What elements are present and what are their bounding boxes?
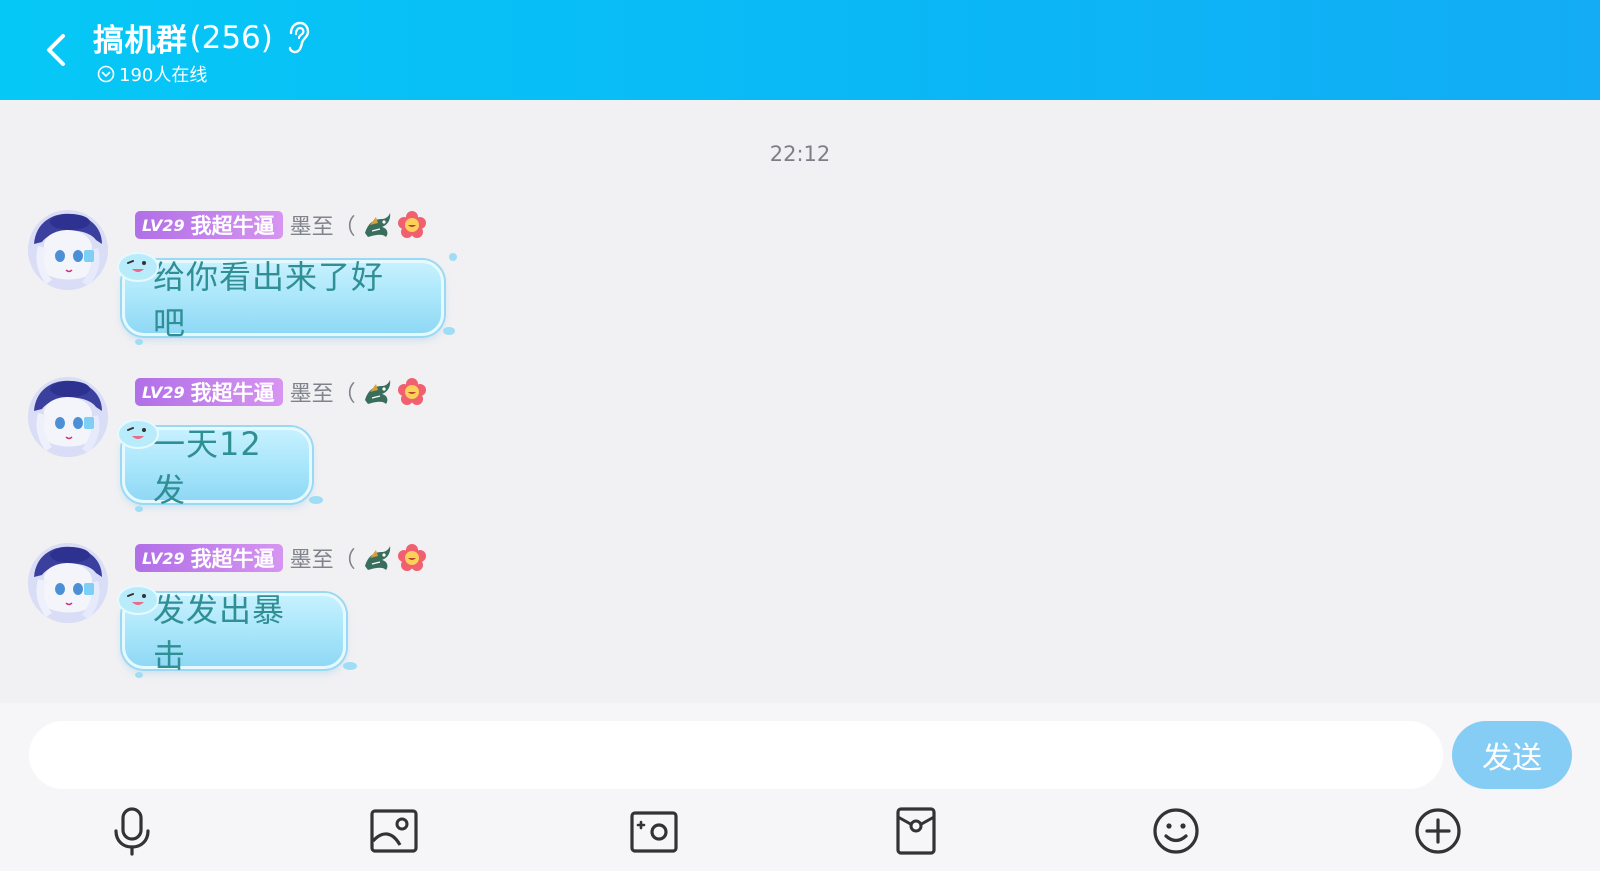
message-text: 给你看出来了好吧 [153,258,385,342]
input-bar: 发送 [0,703,1600,871]
bubble-decoration [135,339,143,345]
level-text: LV29 [142,382,185,402]
camera-icon[interactable] [628,805,680,857]
member-title: 我超牛逼 [190,214,275,238]
sender-nickname[interactable]: 墨至（ [290,542,356,574]
online-status: 190人在线 [97,61,207,87]
bubble-decoration [443,327,455,335]
send-button[interactable]: 发送 [1452,721,1572,789]
message-text: 发发出暴击 [153,591,286,675]
flower-badge-icon [397,544,426,571]
group-member-count: (256) [189,19,273,56]
emoji-icon[interactable] [1150,805,1202,857]
dragon-badge-icon [364,213,390,237]
online-count-text: 190人在线 [119,65,208,86]
level-text: LV29 [142,548,185,568]
sender-nickname[interactable]: 墨至（ [290,376,356,408]
avatar-image-icon [28,210,108,290]
bubble-face-icon [117,419,159,449]
flower-badge-icon [397,211,426,238]
plus-icon[interactable] [1412,805,1464,857]
member-title: 我超牛逼 [190,381,275,405]
message-bubble[interactable]: 给你看出来了好吧 [117,252,457,345]
message-input[interactable] [29,721,1443,789]
bubble-decoration [343,662,357,670]
image-icon[interactable] [368,805,420,857]
level-text: LV29 [142,215,185,235]
sender-info: LV29 我超牛逼 墨至（ [135,377,426,407]
sender-nickname[interactable]: 墨至（ [290,209,356,241]
chat-message: LV29 我超牛逼 墨至（ [0,377,1600,547]
bubble-decoration [135,506,143,512]
avatar-image-icon [28,543,108,623]
avatar[interactable] [28,210,108,290]
message-timestamp: 22:12 [769,142,831,166]
sender-info: LV29 我超牛逼 墨至（ [135,210,426,240]
bubble-face-icon [117,585,159,615]
level-badge: LV29 我超牛逼 [135,544,283,572]
chat-message-area[interactable]: 22:12 LV29 我超牛逼 墨至（ 给你看出来了好吧 LV29 我超牛逼 墨… [0,100,1600,703]
chat-message: LV29 我超牛逼 墨至（ [0,210,1600,380]
chat-message: LV29 我超牛逼 墨至（ [0,543,1600,713]
check-circle-icon [97,65,115,83]
back-arrow-icon[interactable] [36,28,76,72]
dragon-badge-icon [364,380,390,404]
member-title: 我超牛逼 [190,547,275,571]
level-badge: LV29 我超牛逼 [135,211,283,239]
bubble-decoration [135,672,143,678]
group-name: 搞机群 [93,23,188,59]
chat-header: 搞机群 (256) 190人在线 [0,0,1600,100]
group-title-row[interactable]: 搞机群 (256) [93,15,311,60]
red-packet-icon[interactable] [890,805,942,857]
flower-badge-icon [397,378,426,405]
message-text: 一天12发 [153,425,262,509]
message-bubble[interactable]: 一天12发 [117,419,323,512]
message-bubble[interactable]: 发发出暴击 [117,585,357,678]
microphone-icon[interactable] [106,805,158,857]
ear-icon[interactable] [285,21,311,55]
bubble-face-icon [117,252,159,282]
bubble-decoration [449,253,457,261]
avatar[interactable] [28,377,108,457]
bubble-decoration [309,496,323,504]
avatar[interactable] [28,543,108,623]
level-badge: LV29 我超牛逼 [135,378,283,406]
avatar-image-icon [28,377,108,457]
sender-info: LV29 我超牛逼 墨至（ [135,543,426,573]
dragon-badge-icon [364,546,390,570]
